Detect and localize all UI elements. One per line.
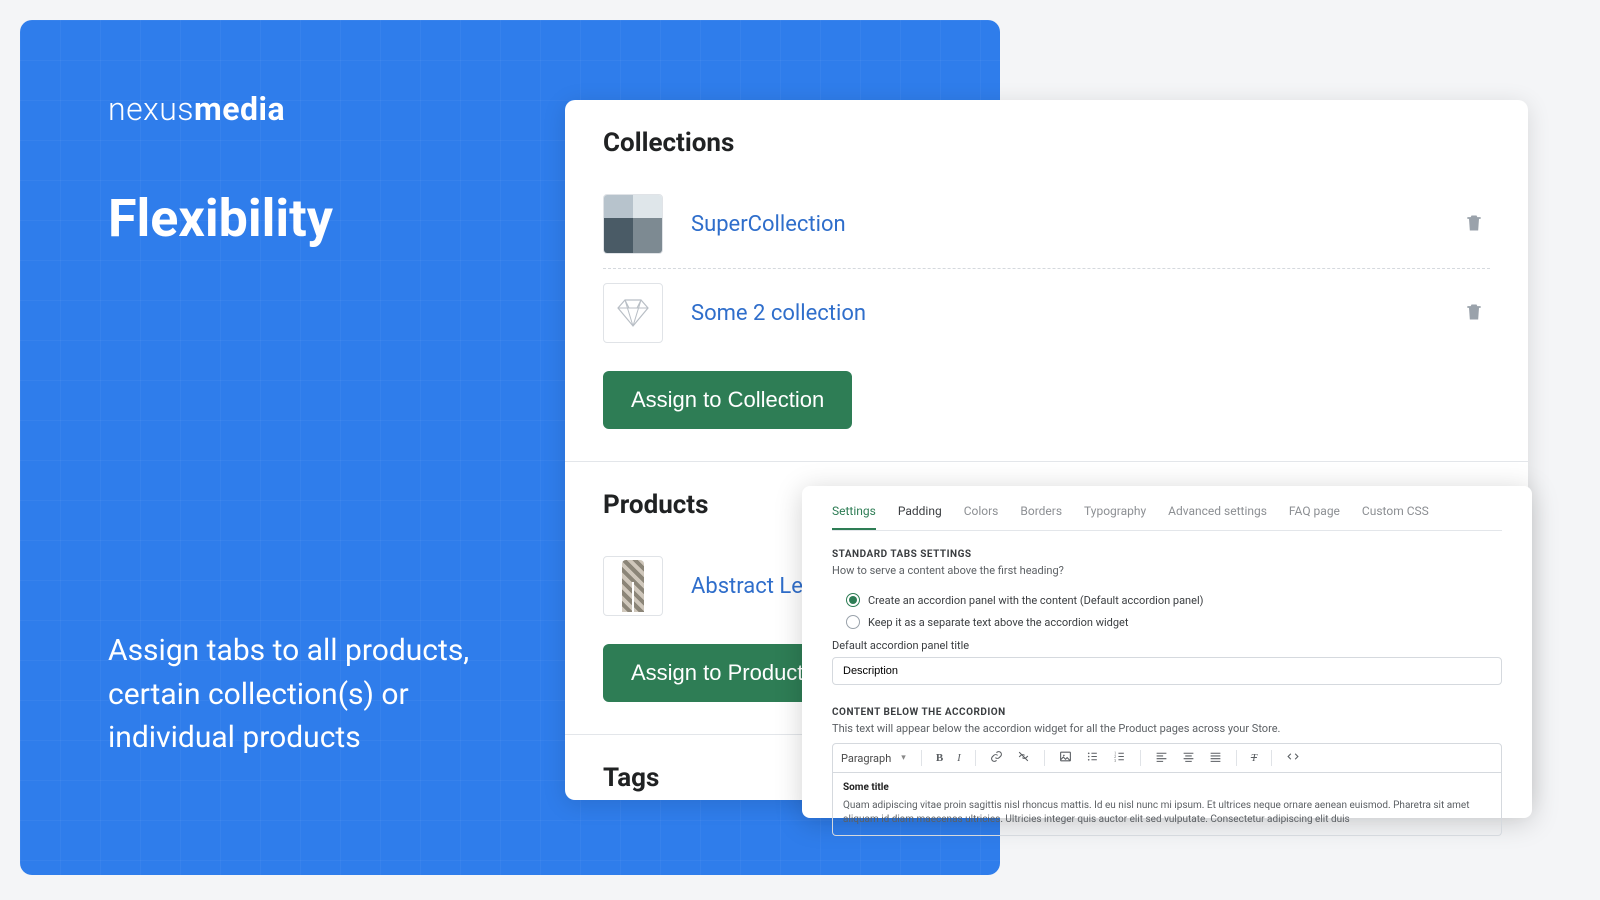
tab-custom-css[interactable]: Custom CSS (1362, 498, 1429, 530)
content-above-radio-group: Create an accordion panel with the conte… (846, 593, 1502, 629)
unlink-button[interactable] (1014, 749, 1033, 767)
link-button[interactable] (987, 749, 1006, 767)
trash-icon (1464, 211, 1484, 235)
numbered-list-icon: 123 (1113, 750, 1126, 763)
image-icon (1059, 750, 1072, 763)
brand-bold: media (194, 90, 285, 128)
clear-format-button[interactable]: T (1248, 751, 1260, 765)
delete-collection-button[interactable] (1458, 294, 1490, 333)
radio-label: Create an accordion panel with the conte… (868, 594, 1203, 607)
svg-text:3: 3 (1114, 759, 1116, 763)
brand-light: nexus (108, 90, 194, 128)
settings-card: Settings Padding Colors Borders Typograp… (802, 486, 1532, 818)
assign-to-collection-button[interactable]: Assign to Collection (603, 371, 852, 429)
settings-tabs: Settings Padding Colors Borders Typograp… (832, 498, 1502, 531)
bullet-list-button[interactable] (1083, 749, 1102, 767)
tab-typography[interactable]: Typography (1084, 498, 1146, 530)
collections-heading: Collections (603, 128, 1490, 158)
toolbar-separator (1271, 750, 1272, 766)
numbered-list-button[interactable]: 123 (1110, 749, 1129, 767)
landscape-icon (604, 195, 662, 253)
toolbar-separator (975, 750, 976, 766)
assign-to-product-button[interactable]: Assign to Product (603, 644, 831, 702)
leggings-icon (622, 560, 644, 612)
toolbar-separator (1236, 750, 1237, 766)
bullet-list-icon (1086, 750, 1099, 763)
radio-icon (846, 593, 860, 607)
italic-button[interactable]: I (954, 751, 964, 765)
diamond-icon (613, 298, 653, 328)
unlink-icon (1017, 750, 1030, 763)
tab-settings[interactable]: Settings (832, 498, 876, 530)
paragraph-style-select[interactable]: Paragraph ▾ (841, 752, 910, 765)
standard-tabs-settings-label: STANDARD TABS SETTINGS (832, 549, 1502, 560)
align-left-button[interactable] (1152, 749, 1171, 767)
chevron-down-icon: ▾ (901, 753, 906, 763)
default-title-label: Default accordion panel title (832, 639, 1502, 652)
toolbar-separator (1044, 750, 1045, 766)
align-center-icon (1182, 750, 1195, 763)
link-icon (990, 750, 1003, 763)
standard-tabs-help-text: How to serve a content above the first h… (832, 564, 1502, 577)
tab-colors[interactable]: Colors (964, 498, 999, 530)
radio-label: Keep it as a separate text above the acc… (868, 616, 1128, 629)
rich-text-toolbar: Paragraph ▾ B I 123 (832, 743, 1502, 773)
align-left-icon (1155, 750, 1168, 763)
content-below-label: CONTENT BELOW THE ACCORDION (832, 707, 1502, 718)
radio-option-accordion[interactable]: Create an accordion panel with the conte… (846, 593, 1502, 607)
editor-content-title: Some title (843, 781, 1491, 795)
default-accordion-title-input[interactable] (832, 657, 1502, 685)
radio-icon (846, 615, 860, 629)
clear-format-icon: T (1251, 752, 1257, 764)
toolbar-separator (921, 750, 922, 766)
collection-link[interactable]: Some 2 collection (691, 301, 1430, 326)
collection-thumb (603, 194, 663, 254)
code-icon (1286, 750, 1300, 763)
tab-advanced[interactable]: Advanced settings (1168, 498, 1267, 530)
radio-option-separate[interactable]: Keep it as a separate text above the acc… (846, 615, 1502, 629)
collection-link[interactable]: SuperCollection (691, 212, 1430, 237)
tab-borders[interactable]: Borders (1020, 498, 1062, 530)
toolbar-separator (1140, 750, 1141, 766)
paragraph-label: Paragraph (841, 752, 891, 765)
content-below-help-text: This text will appear below the accordio… (832, 722, 1502, 735)
bold-button[interactable]: B (933, 751, 946, 765)
align-justify-icon (1209, 750, 1222, 763)
product-thumb (603, 556, 663, 616)
collections-section: Collections SuperCollection Some 2 colle… (565, 100, 1528, 462)
hero-subtitle: Assign tabs to all products, certain col… (108, 629, 538, 760)
rich-text-editor[interactable]: Some title Quam adipiscing vitae proin s… (832, 773, 1502, 836)
collection-thumb (603, 283, 663, 343)
tab-padding[interactable]: Padding (898, 498, 942, 530)
code-view-button[interactable] (1283, 749, 1303, 767)
collection-row: SuperCollection (603, 180, 1490, 268)
collection-row: Some 2 collection (603, 268, 1490, 357)
align-center-button[interactable] (1179, 749, 1198, 767)
trash-icon (1464, 300, 1484, 324)
image-button[interactable] (1056, 749, 1075, 767)
delete-collection-button[interactable] (1458, 205, 1490, 244)
align-justify-button[interactable] (1206, 749, 1225, 767)
tab-faq[interactable]: FAQ page (1289, 498, 1340, 530)
editor-content-body: Quam adipiscing vitae proin sagittis nis… (843, 799, 1491, 827)
